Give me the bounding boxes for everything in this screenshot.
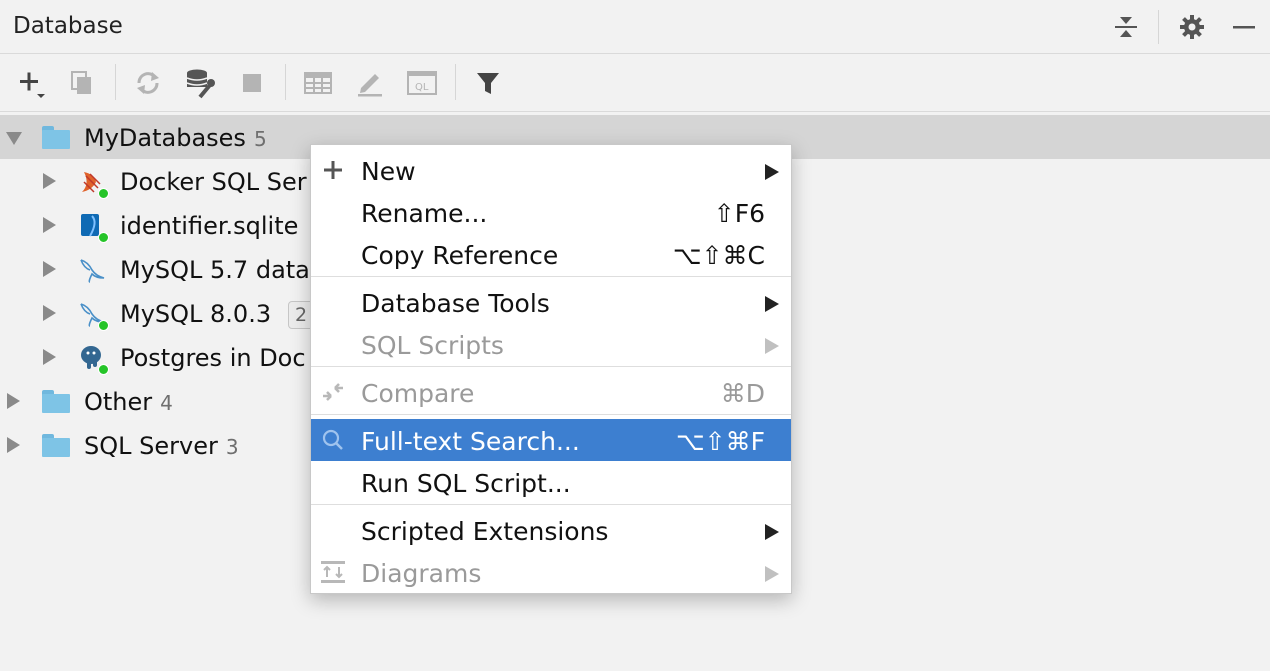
add-icon[interactable]	[15, 67, 47, 99]
node-label: Docker SQL Ser	[120, 168, 307, 196]
minimize-icon[interactable]	[1229, 12, 1259, 42]
node-label: MySQL 8.0.3	[120, 300, 272, 328]
menu-item-new[interactable]: New	[311, 149, 791, 191]
submenu-arrow-icon	[765, 524, 779, 540]
expand-arrow-icon[interactable]	[43, 349, 56, 365]
node-label: MySQL 5.7 data	[120, 256, 310, 284]
menu-separator	[311, 366, 791, 367]
menu-item-rename[interactable]: Rename... ⇧F6	[311, 191, 791, 233]
menu-item-label: Copy Reference	[361, 241, 559, 270]
node-count: 4	[160, 391, 173, 415]
shortcut-label: ⌥⇧⌘F	[675, 427, 765, 456]
connected-status-icon	[98, 188, 109, 199]
data-source-properties-icon[interactable]	[184, 67, 216, 99]
expand-arrow-icon[interactable]	[7, 393, 20, 409]
menu-item-sql-scripts[interactable]: SQL Scripts	[311, 323, 791, 365]
menu-item-label: Rename...	[361, 199, 488, 228]
node-label: Postgres in Doc	[120, 344, 306, 372]
expand-arrow-icon[interactable]	[43, 305, 56, 321]
node-count: 5	[253, 127, 267, 151]
diagram-icon	[319, 558, 347, 586]
filter-icon[interactable]	[472, 67, 504, 99]
menu-item-copy-reference[interactable]: Copy Reference ⌥⇧⌘C	[311, 233, 791, 275]
toolbar: QL	[0, 54, 1270, 112]
expand-arrow-icon[interactable]	[43, 173, 56, 189]
mysql-icon	[78, 300, 109, 331]
gear-icon[interactable]	[1177, 12, 1207, 42]
menu-item-label: SQL Scripts	[361, 331, 504, 360]
sqlite-icon	[78, 212, 109, 243]
toolbar-divider	[455, 64, 456, 100]
menu-separator	[311, 414, 791, 415]
context-menu: New Rename... ⇧F6 Copy Reference ⌥⇧⌘C Da…	[310, 144, 792, 594]
refresh-icon[interactable]	[132, 67, 164, 99]
svg-text:QL: QL	[415, 82, 429, 93]
menu-item-label: New	[361, 157, 416, 186]
shortcut-label: ⌥⇧⌘C	[672, 241, 765, 270]
connected-status-icon	[98, 320, 109, 331]
node-label: identifier.sqlite	[120, 212, 299, 240]
sql-server-icon	[78, 168, 109, 199]
submenu-arrow-icon	[765, 164, 779, 180]
connected-status-icon	[98, 232, 109, 243]
search-icon	[319, 426, 347, 454]
toolbar-divider	[115, 64, 116, 100]
menu-item-scripted-extensions[interactable]: Scripted Extensions	[311, 509, 791, 551]
node-label: Other	[84, 388, 153, 416]
submenu-arrow-icon	[765, 296, 779, 312]
node-label: SQL Server	[84, 432, 218, 460]
node-count: 3	[225, 435, 239, 459]
menu-item-label: Scripted Extensions	[361, 517, 609, 546]
collapse-all-icon[interactable]	[1111, 12, 1141, 42]
menu-item-full-text-search[interactable]: Full-text Search... ⌥⇧⌘F	[311, 419, 791, 461]
panel-title: Database	[13, 13, 123, 39]
menu-item-database-tools[interactable]: Database Tools	[311, 281, 791, 323]
shortcut-label: ⌘D	[720, 379, 765, 408]
edit-source-icon[interactable]	[354, 67, 386, 99]
submenu-arrow-icon	[765, 338, 779, 354]
menu-item-label: Full-text Search...	[361, 427, 580, 456]
shortcut-label: ⇧F6	[713, 199, 765, 228]
collapse-arrow-icon[interactable]	[6, 132, 22, 145]
plus-icon	[319, 156, 347, 184]
mysql-icon	[78, 256, 106, 283]
menu-item-label: Compare	[361, 379, 475, 408]
compare-icon	[319, 378, 347, 406]
node-label: MyDatabases	[84, 124, 246, 152]
menu-item-label: Diagrams	[361, 559, 482, 588]
sql-console-icon[interactable]: QL	[406, 67, 438, 99]
duplicate-icon[interactable]	[66, 67, 98, 99]
menu-separator	[311, 504, 791, 505]
submenu-arrow-icon	[765, 566, 779, 582]
expand-arrow-icon[interactable]	[43, 261, 56, 277]
menu-item-label: Database Tools	[361, 289, 550, 318]
expand-arrow-icon[interactable]	[7, 437, 20, 453]
header-divider	[1158, 10, 1159, 44]
menu-item-run-sql-script[interactable]: Run SQL Script...	[311, 461, 791, 503]
menu-item-compare[interactable]: Compare ⌘D	[311, 371, 791, 413]
panel-header: Database	[0, 0, 1270, 54]
menu-separator	[311, 276, 791, 277]
expand-arrow-icon[interactable]	[43, 217, 56, 233]
menu-item-diagrams[interactable]: Diagrams	[311, 551, 791, 593]
connected-status-icon	[98, 364, 109, 375]
menu-item-label: Run SQL Script...	[361, 469, 571, 498]
toolbar-divider	[285, 64, 286, 100]
table-editor-icon[interactable]	[302, 67, 334, 99]
postgres-icon	[78, 344, 109, 375]
stop-icon[interactable]	[236, 67, 268, 99]
